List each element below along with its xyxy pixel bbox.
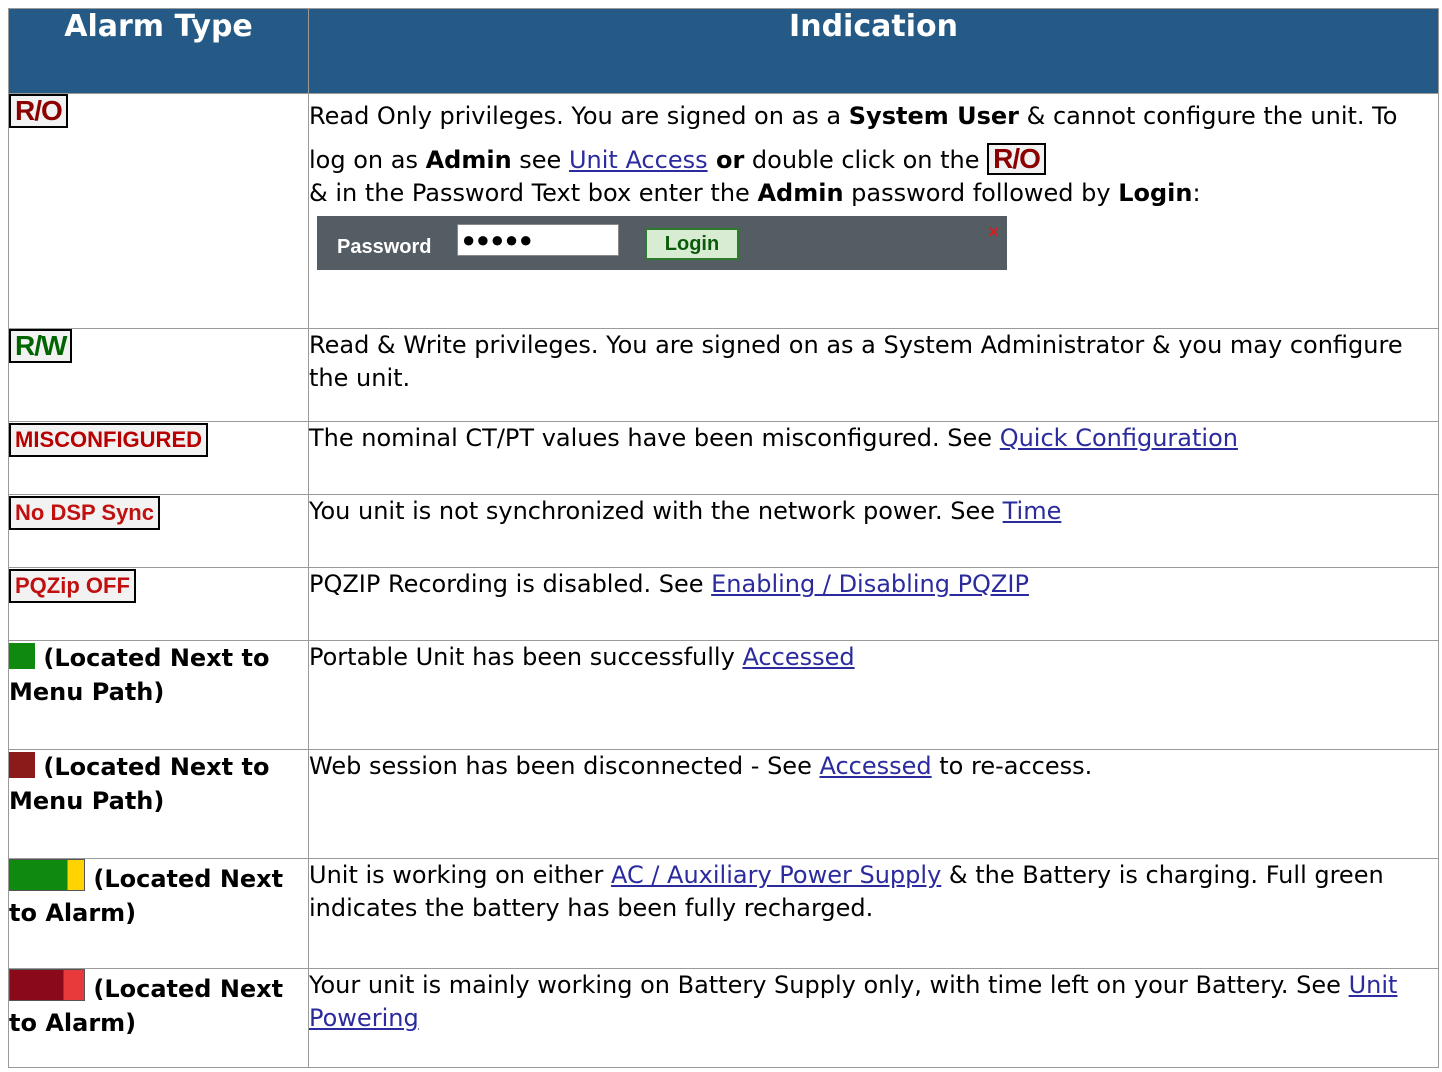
battery-charging-icon xyxy=(9,859,85,892)
table-row: (Located Next to Alarm) Unit is working … xyxy=(8,858,1439,969)
indication-cell: Read & Write privileges. You are signed … xyxy=(308,327,1439,423)
link-quick-configuration[interactable]: Quick Configuration xyxy=(1000,424,1238,452)
indication-text: Portable Unit has been successfully xyxy=(309,642,743,671)
bold-text: or xyxy=(707,146,745,174)
alarm-type-cell: No DSP Sync xyxy=(8,493,309,568)
close-icon[interactable]: × xyxy=(988,216,999,249)
green-square-icon xyxy=(9,642,35,669)
table-row: (Located Next to Alarm) Your unit is mai… xyxy=(8,967,1439,1069)
table-row: PQZip OFF PQZIP Recording is disabled. S… xyxy=(8,566,1439,641)
indication-text: PQZIP Recording is disabled. See xyxy=(309,569,712,598)
indication-cell: The nominal CT/PT values have been misco… xyxy=(308,421,1439,495)
indication-text: Read & Write privileges. You are signed … xyxy=(309,330,1403,392)
header-indication: Indication xyxy=(308,8,1439,94)
alarm-type-cell: (Located Next to Alarm) xyxy=(8,967,309,1069)
battery-discharging-icon xyxy=(9,968,85,1001)
login-button[interactable]: Login xyxy=(645,228,739,260)
indication-text: Web session has been disconnected - See xyxy=(309,752,820,781)
bold-text: Admin xyxy=(757,179,844,207)
indication-text: The nominal CT/PT values have been misco… xyxy=(309,424,1000,453)
bold-text: Login xyxy=(1118,179,1193,207)
misconfigured-badge: MISCONFIGURED xyxy=(9,423,208,458)
table-row: MISCONFIGURED The nominal CT/PT values h… xyxy=(8,421,1439,495)
indication-text: Your unit is mainly working on Battery S… xyxy=(309,970,1349,999)
indication-cell: Web session has been disconnected - See … xyxy=(308,749,1439,860)
indication-text: You unit is not synchronized with the ne… xyxy=(309,496,1003,525)
indication-text: & in the Password Text box enter the xyxy=(309,179,758,207)
alarm-type-cell: PQZip OFF xyxy=(8,566,309,641)
table-row: No DSP Sync You unit is not synchronized… xyxy=(8,493,1439,568)
indication-text: to re-access. xyxy=(931,752,1093,781)
header-alarm-type: Alarm Type xyxy=(8,8,309,94)
ro-badge: R/O xyxy=(9,94,68,128)
table-row: (Located Next to Menu Path) Portable Uni… xyxy=(8,639,1439,751)
indication-text: Unit is working on either xyxy=(309,861,611,890)
indication-text: Read Only privileges. You are signed on … xyxy=(309,102,849,130)
indication-text: double click on the xyxy=(744,146,988,174)
link-ac-auxiliary-power-supply[interactable]: AC / Auxiliary Power Supply xyxy=(611,861,941,889)
password-label: Password xyxy=(337,236,432,258)
indication-text: see xyxy=(511,146,569,174)
alarm-type-label: (Located Next to Menu Path) xyxy=(9,753,270,816)
indication-cell: Your unit is mainly working on Battery S… xyxy=(308,967,1439,1069)
indication-cell: You unit is not synchronized with the ne… xyxy=(308,493,1439,568)
alarm-type-cell: (Located Next to Alarm) xyxy=(8,858,309,969)
alarm-type-cell: (Located Next to Menu Path) xyxy=(8,639,309,751)
alarm-type-cell: MISCONFIGURED xyxy=(8,421,309,495)
password-login-panel: Password ●●●●● Login × xyxy=(317,216,1007,270)
table-row: R/O Read Only privileges. You are signed… xyxy=(8,93,1439,329)
alarm-type-cell: (Located Next to Menu Path) xyxy=(8,749,309,860)
indication-cell: Unit is working on either AC / Auxiliary… xyxy=(308,858,1439,969)
link-time[interactable]: Time xyxy=(1003,497,1062,525)
indication-cell: Portable Unit has been successfully Acce… xyxy=(308,639,1439,751)
rw-badge: R/W xyxy=(9,328,73,363)
alarm-type-label: (Located Next to Menu Path) xyxy=(9,643,270,706)
link-accessed[interactable]: Accessed xyxy=(819,752,931,780)
link-enabling-disabling-pqzip[interactable]: Enabling / Disabling PQZIP xyxy=(711,570,1029,598)
table-row: R/W Read & Write privileges. You are sig… xyxy=(8,327,1439,423)
ro-badge-inline[interactable]: R/O xyxy=(987,143,1046,175)
alarm-type-cell: R/W xyxy=(8,327,309,423)
header-row: Alarm Type Indication xyxy=(8,8,1439,94)
bold-text: System User xyxy=(848,102,1019,130)
no-dsp-sync-badge: No DSP Sync xyxy=(9,495,160,530)
link-unit-access[interactable]: Unit Access xyxy=(569,146,708,174)
pqzip-off-badge: PQZip OFF xyxy=(9,568,136,603)
alarm-type-cell: R/O xyxy=(8,93,309,329)
bold-text: Admin xyxy=(425,146,512,174)
link-accessed[interactable]: Accessed xyxy=(742,643,854,671)
indication-text: password followed by xyxy=(843,179,1119,207)
table-row: (Located Next to Menu Path) Web session … xyxy=(8,749,1439,860)
red-square-icon xyxy=(9,752,35,779)
indication-text: : xyxy=(1192,179,1201,207)
indication-cell: Read Only privileges. You are signed on … xyxy=(308,93,1439,329)
indication-cell: PQZIP Recording is disabled. See Enablin… xyxy=(308,566,1439,641)
password-input[interactable]: ●●●●● xyxy=(457,224,619,256)
alarm-table: Alarm Type Indication R/O Read Only priv… xyxy=(8,8,1439,1069)
